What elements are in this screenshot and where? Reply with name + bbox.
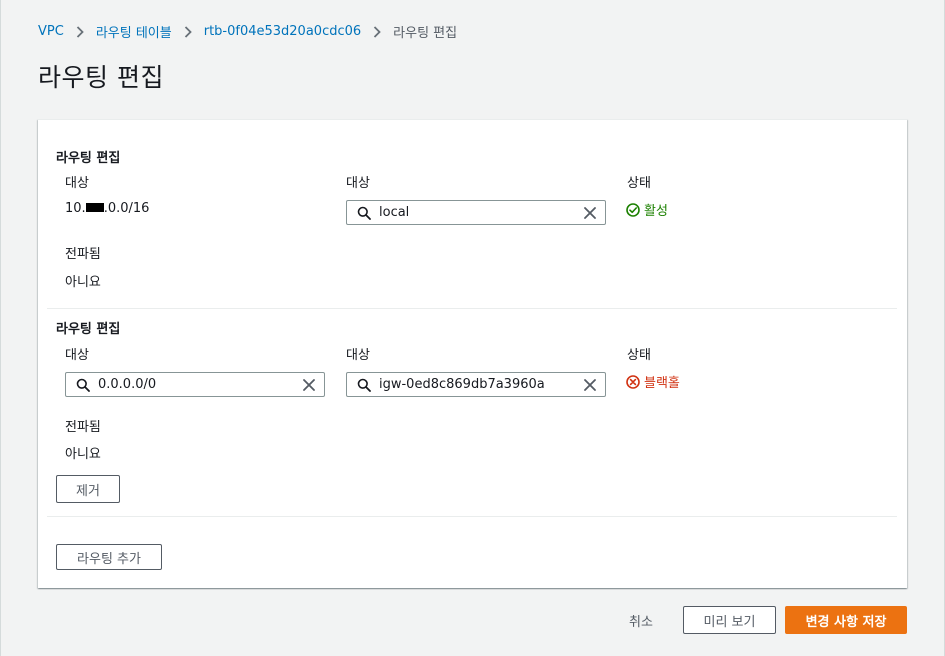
clear-icon[interactable] xyxy=(303,378,315,391)
route-divider xyxy=(47,308,897,309)
route-1-target-input[interactable] xyxy=(379,205,569,220)
redacted-block xyxy=(85,203,104,212)
route-1-section-title: 라우팅 편집 xyxy=(56,151,121,166)
route-2-target-field[interactable] xyxy=(346,372,606,397)
chevron-right-icon xyxy=(76,25,84,38)
route-1-status: 활성 xyxy=(626,200,668,219)
save-changes-button[interactable]: 변경 사항 저장 xyxy=(785,606,907,634)
route-2-target-label: 대상 xyxy=(346,348,370,363)
breadcrumb-route-table-id[interactable]: rtb-0f04e53d20a0cdc06 xyxy=(204,24,361,39)
route-1-destination-label: 대상 xyxy=(65,176,89,191)
breadcrumb-route-tables[interactable]: 라우팅 테이블 xyxy=(96,22,172,41)
routes-panel: 라우팅 편집 대상 10..0.0/16 대상 상태 활성 전파됨 아니요 라우… xyxy=(38,119,907,588)
route-1-status-text: 활성 xyxy=(644,204,668,219)
route-1-target-label: 대상 xyxy=(346,176,370,191)
remove-route-button[interactable]: 제거 xyxy=(56,475,120,503)
page-title: 라우팅 편집 xyxy=(38,63,164,92)
search-icon xyxy=(357,378,371,392)
breadcrumb-vpc[interactable]: VPC xyxy=(38,24,64,39)
preview-button[interactable]: 미리 보기 xyxy=(683,606,776,634)
cancel-button[interactable]: 취소 xyxy=(629,611,653,630)
route-2-status-label: 상태 xyxy=(627,348,651,363)
route-1-propagated-value: 아니요 xyxy=(65,275,101,290)
clear-icon[interactable] xyxy=(584,378,596,391)
route-2-status: 블랙홀 xyxy=(626,372,680,391)
route-2-destination-label: 대상 xyxy=(65,348,89,363)
route-2-destination-field[interactable] xyxy=(65,372,325,397)
status-error-icon xyxy=(626,374,644,389)
route-2-propagated-label: 전파됨 xyxy=(65,420,101,435)
breadcrumb-current: 라우팅 편집 xyxy=(393,26,458,41)
route-1-status-label: 상태 xyxy=(627,176,651,191)
route-2-section-title: 라우팅 편집 xyxy=(56,322,121,337)
route-1-propagated-label: 전파됨 xyxy=(65,247,101,262)
breadcrumb: VPC 라우팅 테이블 rtb-0f04e53d20a0cdc06 라우팅 편집 xyxy=(38,22,457,41)
route-1-destination-value: 10. .0.0/16 xyxy=(65,201,150,216)
route-2-destination-input[interactable] xyxy=(98,377,288,392)
search-icon xyxy=(357,206,371,220)
add-route-divider xyxy=(47,516,897,517)
route-1-target-field[interactable] xyxy=(346,200,606,225)
route-2-propagated-value: 아니요 xyxy=(65,447,101,462)
route-2-target-input[interactable] xyxy=(379,377,569,392)
search-icon xyxy=(76,378,90,392)
add-route-button[interactable]: 라우팅 추가 xyxy=(56,544,162,570)
status-ok-icon xyxy=(626,202,644,217)
clear-icon[interactable] xyxy=(584,206,596,219)
chevron-right-icon xyxy=(373,25,381,38)
chevron-right-icon xyxy=(184,25,192,38)
route-2-status-text: 블랙홀 xyxy=(644,376,680,391)
